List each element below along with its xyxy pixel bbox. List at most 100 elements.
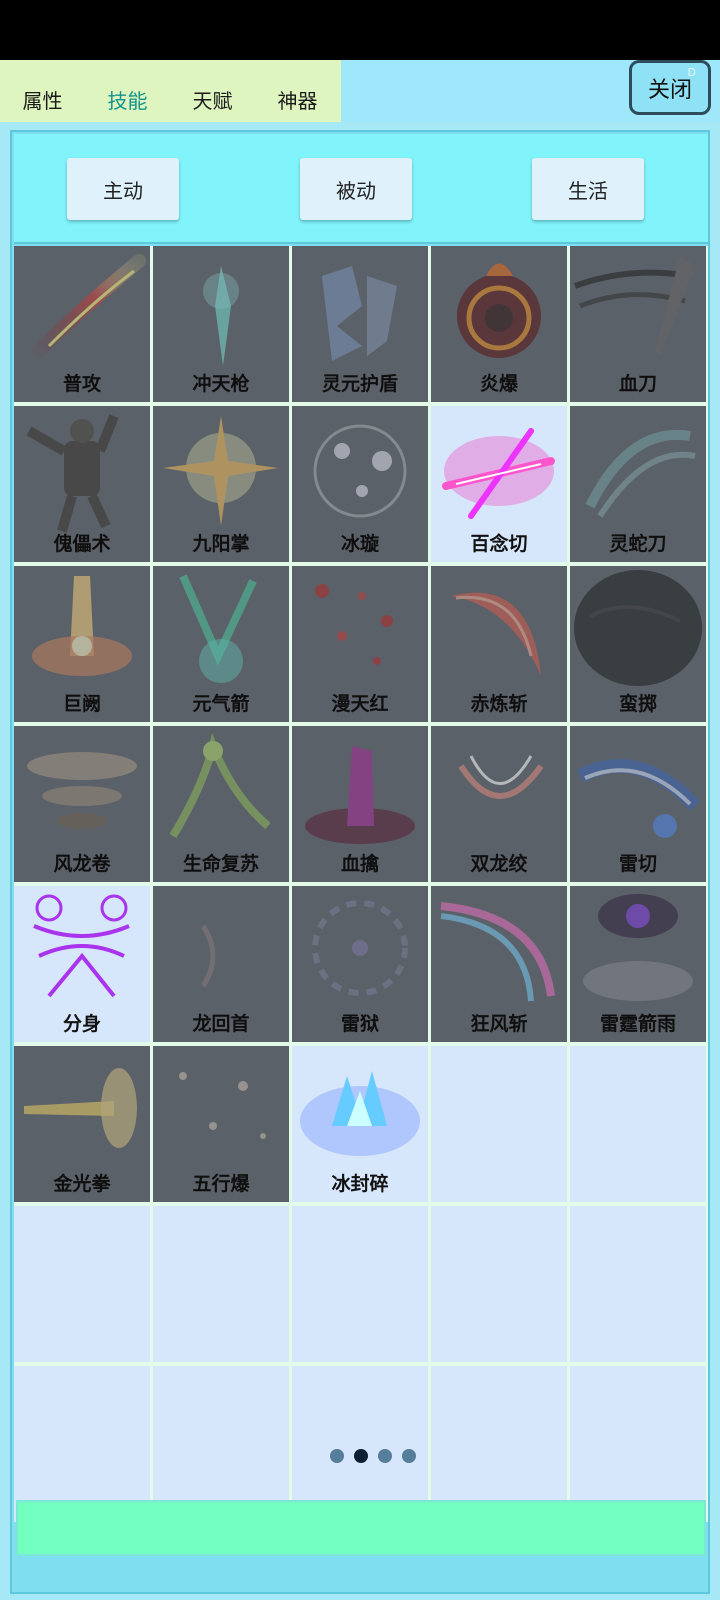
empty-skill-slot[interactable] — [14, 1366, 150, 1522]
tab-talents[interactable]: 天赋 — [170, 85, 255, 114]
empty-skill-slot[interactable] — [570, 1046, 706, 1202]
skill-name: 风龙卷 — [53, 853, 111, 875]
green-arrow-icon — [179, 574, 257, 683]
skill-slot[interactable]: 普攻 — [14, 246, 150, 402]
skill-name: 元气箭 — [192, 693, 250, 715]
blade-icon — [573, 256, 695, 356]
skill-name: 分身 — [62, 1013, 101, 1035]
skill-name: 冰璇 — [340, 533, 379, 555]
empty-skill-slot[interactable] — [431, 1366, 567, 1522]
skill-name: 双龙绞 — [470, 853, 528, 875]
skill-slot[interactable]: 狂风斩 — [431, 886, 567, 1042]
skill-slot[interactable]: 冲天枪 — [153, 246, 289, 402]
skill-name: 雷切 — [618, 853, 657, 875]
skill-name: 漫天红 — [331, 693, 389, 715]
thunder-ring-icon — [312, 900, 408, 996]
skill-slot[interactable]: 炎爆 — [431, 246, 567, 402]
page-indicator — [0, 1449, 720, 1471]
skill-name: 雷霆箭雨 — [599, 1013, 676, 1035]
category-active-button[interactable]: 主动 — [67, 158, 179, 220]
skill-slot[interactable]: 分身 — [14, 886, 150, 1042]
skill-slot[interactable]: 风龙卷 — [14, 726, 150, 882]
status-bar — [0, 0, 720, 60]
skill-name: 九阳掌 — [192, 533, 250, 555]
fire-ring-icon — [457, 263, 541, 358]
blue-shield-icon — [322, 266, 397, 361]
skill-name: 赤炼斩 — [470, 693, 528, 715]
skill-name: 灵元护盾 — [321, 373, 398, 395]
skill-slot[interactable]: 血刀 — [570, 246, 706, 402]
footer-bar — [16, 1500, 706, 1556]
empty-skill-slot[interactable] — [153, 1206, 289, 1362]
skill-slot[interactable]: 蛮掷 — [570, 566, 706, 722]
skill-slot[interactable]: 漫天红 — [292, 566, 428, 722]
ice-crystal-icon — [300, 1071, 420, 1156]
tornado-icon — [27, 752, 137, 829]
category-passive-button[interactable]: 被动 — [300, 158, 412, 220]
empty-skill-slot[interactable] — [431, 1206, 567, 1362]
category-life-button[interactable]: 生活 — [532, 158, 644, 220]
skill-panel: 主动 被动 生活 普攻 冲天枪 灵元护盾 炎爆 血刀傀儡术 九阳掌 冰璇 百念切 灵蛇刀巨阙 元气… — [10, 130, 710, 1594]
blood-claw-icon — [305, 746, 415, 844]
lightning-wave-icon — [576, 759, 701, 838]
skill-name: 冰封碎 — [331, 1173, 389, 1195]
empty-skill-slot[interactable] — [153, 1366, 289, 1522]
cyan-spear-icon — [203, 266, 239, 366]
empty-skill-slot[interactable] — [570, 1206, 706, 1362]
skill-slot[interactable]: 雷切 — [570, 726, 706, 882]
skill-slot[interactable]: 血擒 — [292, 726, 428, 882]
skill-name: 百念切 — [470, 533, 528, 555]
skill-name: 血刀 — [618, 373, 657, 395]
sun-burst-icon — [163, 416, 278, 526]
empty-skill-slot[interactable] — [570, 1366, 706, 1522]
skill-slot[interactable]: 双龙绞 — [431, 726, 567, 882]
skill-slot[interactable]: 巨阙 — [14, 566, 150, 722]
skill-name: 傀儡术 — [53, 533, 111, 555]
skill-slot[interactable]: 灵元护盾 — [292, 246, 428, 402]
skill-slot[interactable]: 九阳掌 — [153, 406, 289, 562]
sparkle-icon — [179, 1072, 266, 1139]
page-dot[interactable] — [353, 1449, 368, 1463]
skill-slot[interactable]: 百念切 — [431, 406, 567, 562]
skill-slot[interactable]: 龙回首 — [153, 886, 289, 1042]
golden-fist-icon — [24, 1068, 137, 1148]
tab-attributes[interactable]: 属性 — [0, 85, 85, 114]
skill-slot[interactable]: 雷狱 — [292, 886, 428, 1042]
skill-slot[interactable]: 赤炼斩 — [431, 566, 567, 722]
skill-name: 冲天枪 — [192, 373, 250, 395]
skill-slot[interactable]: 傀儡术 — [14, 406, 150, 562]
skill-slot[interactable]: 生命复苏 — [153, 726, 289, 882]
skill-slot[interactable]: 冰璇 — [292, 406, 428, 562]
empty-skill-slot[interactable] — [292, 1366, 428, 1522]
skill-slot[interactable]: 元气箭 — [153, 566, 289, 722]
close-button[interactable]: 关闭 D — [629, 60, 711, 115]
red-slash-icon — [27, 254, 146, 363]
skill-slot[interactable]: 金光拳 — [14, 1046, 150, 1202]
page-dot[interactable] — [377, 1449, 392, 1463]
skill-name: 生命复苏 — [182, 853, 259, 875]
flame-pillar-icon — [32, 576, 132, 676]
tab-artifacts[interactable]: 神器 — [255, 85, 340, 114]
page-dot[interactable] — [329, 1449, 344, 1463]
empty-skill-slot[interactable] — [14, 1206, 150, 1362]
skill-grid: 普攻 冲天枪 灵元护盾 炎爆 血刀傀儡术 九阳掌 冰璇 百念切 灵蛇刀巨阙 元气箭 漫天红 赤炼斩 蛮掷… — [14, 246, 708, 1522]
page-dot[interactable] — [401, 1449, 416, 1463]
skill-name: 巨阙 — [62, 693, 101, 715]
tab-skills[interactable]: 技能 — [85, 85, 170, 114]
empty-skill-slot[interactable] — [292, 1206, 428, 1362]
skill-slot[interactable]: 冰封碎 — [292, 1046, 428, 1202]
skill-slot[interactable]: 五行爆 — [153, 1046, 289, 1202]
empty-skill-slot[interactable] — [431, 1046, 567, 1202]
close-corner-mark: D — [687, 66, 696, 79]
skill-name: 蛮掷 — [618, 693, 657, 715]
skill-name: 血擒 — [340, 853, 379, 875]
red-crescent-icon — [451, 592, 541, 676]
red-dots-icon — [315, 584, 393, 665]
close-button-label: 关闭 — [647, 77, 692, 103]
skill-slot[interactable]: 灵蛇刀 — [570, 406, 706, 562]
skill-name: 炎爆 — [479, 373, 518, 395]
skill-slot[interactable]: 雷霆箭雨 — [570, 886, 706, 1042]
faint-arc-icon — [200, 924, 216, 988]
boulder-icon — [574, 570, 702, 686]
twin-dragon-icon — [458, 755, 544, 799]
